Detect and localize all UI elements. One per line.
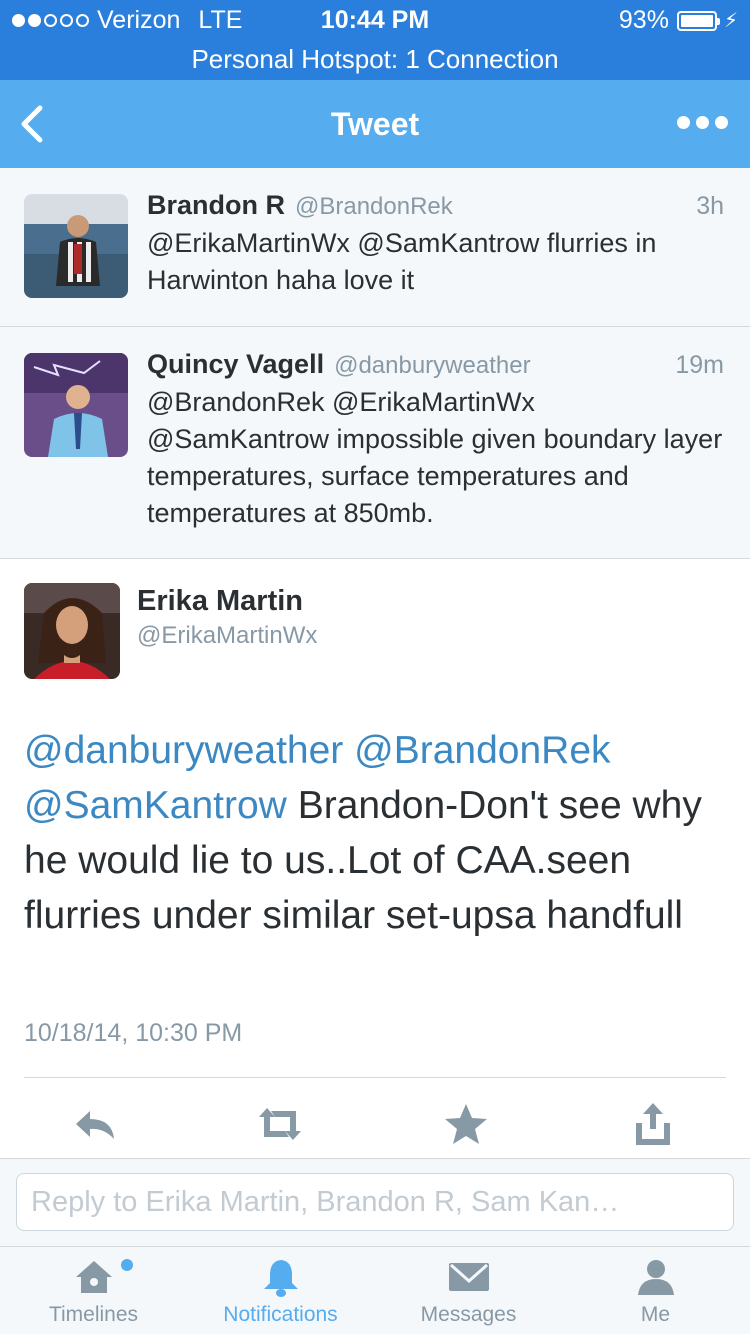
person-icon <box>637 1260 674 1295</box>
tab-me[interactable]: Me <box>562 1247 749 1334</box>
tweet-time: 19m <box>675 351 724 379</box>
conversation-tweet[interactable]: Quincy Vagell @danburyweather 19m @Brand… <box>0 327 750 559</box>
mention-link[interactable]: @BrandonRek <box>354 729 610 772</box>
more-options-icon[interactable] <box>677 116 728 129</box>
author-handle[interactable]: @ErikaMartinWx <box>137 622 317 650</box>
tab-timelines[interactable]: Timelines <box>0 1247 187 1334</box>
nav-bar: Tweet <box>0 80 750 168</box>
retweet-icon[interactable] <box>255 1099 305 1149</box>
reply-input[interactable]: Reply to Erika Martin, Brandon R, Sam Ka… <box>16 1173 734 1231</box>
reply-bar: Reply to Erika Martin, Brandon R, Sam Ka… <box>0 1159 750 1247</box>
tab-label: Timelines <box>48 1303 139 1326</box>
bell-icon <box>263 1260 298 1297</box>
tweet-time: 3h <box>696 192 724 220</box>
author-name[interactable]: Erika Martin <box>137 585 303 618</box>
author-handle[interactable]: @BrandonRek <box>295 193 696 221</box>
avatar[interactable] <box>24 583 120 679</box>
status-bar: Verizon LTE 10:44 PM 93% ⚡︎ <box>0 0 750 40</box>
author-handle[interactable]: @danburyweather <box>334 352 675 380</box>
tweet-text: @BrandonRek @ErikaMartinWx @SamKantrow i… <box>147 387 723 528</box>
battery-percent: 93% <box>618 6 669 34</box>
tweet-timestamp: 10/18/14, 10:30 PM <box>24 1019 243 1047</box>
charging-bolt-icon: ⚡︎ <box>723 10 738 32</box>
tab-label: Notifications <box>223 1303 338 1326</box>
avatar[interactable] <box>24 194 128 298</box>
author-name[interactable]: Brandon R <box>147 190 285 221</box>
share-icon[interactable] <box>628 1099 678 1149</box>
unread-dot <box>121 1259 133 1271</box>
tab-bar: Timelines Notifications Messages Me <box>0 1247 750 1334</box>
tweet-text: @ErikaMartinWx @SamKantrow flurries in H… <box>147 228 657 295</box>
tab-messages[interactable]: Messages <box>375 1247 562 1334</box>
tweet-actions <box>0 1099 750 1149</box>
envelope-icon <box>448 1263 489 1291</box>
page-title: Tweet <box>330 106 420 142</box>
hotspot-banner[interactable]: Personal Hotspot: 1 Connection <box>0 40 750 80</box>
main-tweet: Erika Martin @ErikaMartinWx @danburyweat… <box>0 559 750 1159</box>
tab-label: Messages <box>420 1303 517 1326</box>
divider <box>24 1077 726 1078</box>
status-right: 93% ⚡︎ <box>619 6 738 35</box>
tweet-text: @danburyweather @BrandonRek @SamKantrow … <box>24 723 720 943</box>
tab-notifications[interactable]: Notifications <box>187 1247 374 1334</box>
tab-label: Me <box>640 1303 671 1326</box>
author-name[interactable]: Quincy Vagell <box>147 349 324 380</box>
home-icon <box>75 1261 112 1293</box>
reply-icon[interactable] <box>70 1099 120 1149</box>
favorite-star-icon[interactable] <box>441 1099 491 1149</box>
avatar[interactable] <box>24 353 128 457</box>
conversation-tweet[interactable]: Brandon R @BrandonRek 3h @ErikaMartinWx … <box>0 168 750 327</box>
mention-link[interactable]: @SamKantrow <box>24 784 287 827</box>
mention-link[interactable]: @danburyweather <box>24 729 343 772</box>
battery-icon <box>676 10 720 31</box>
